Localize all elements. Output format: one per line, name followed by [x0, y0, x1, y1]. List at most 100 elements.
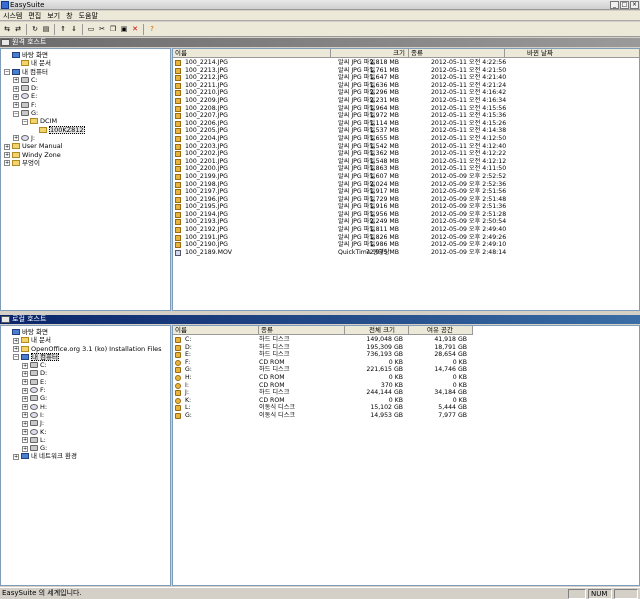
- local-drive-list[interactable]: 이름 종류 전체 크기 여유 공간 C: 하드 디스크 149,048 GB 41,9…: [172, 325, 640, 586]
- file-row[interactable]: 100_2201.JPG 1,548 MB 알씨 JPG 파일 2012-05-11 …: [173, 158, 639, 166]
- column-header-type[interactable]: 종류: [259, 326, 345, 335]
- expand-icon[interactable]: +: [13, 85, 19, 92]
- tree-node[interactable]: + C:: [1, 361, 170, 369]
- tree-node[interactable]: + L:: [1, 436, 170, 444]
- tree-node[interactable]: + D:: [1, 369, 170, 377]
- tree-node[interactable]: − G:: [1, 109, 170, 117]
- file-row[interactable]: 100_2204.JPG 1,655 MB 알씨 JPG 파일 2012-05-11 …: [173, 135, 639, 143]
- tree-node[interactable]: + F:: [1, 101, 170, 109]
- upload-button[interactable]: ⇑: [58, 24, 68, 34]
- tree-node[interactable]: − DCIM: [1, 117, 170, 125]
- expand-icon[interactable]: +: [22, 429, 28, 436]
- drive-row[interactable]: G: 이동식 디스크 14,953 GB 7,977 GB: [173, 412, 639, 420]
- expand-icon[interactable]: +: [13, 102, 19, 109]
- collapse-icon[interactable]: −: [13, 354, 19, 361]
- file-row[interactable]: 100_2214.JPG 2,818 MB 알씨 JPG 파일 2012-05-11 …: [173, 59, 639, 67]
- tree-node[interactable]: + E:: [1, 378, 170, 386]
- file-row[interactable]: 100_2205.JPG 1,537 MB 알씨 JPG 파일 2012-05-11 …: [173, 127, 639, 135]
- column-header-date[interactable]: 바뀐 날짜: [505, 49, 639, 58]
- tree-node[interactable]: + OpenOffice.org 3.1 (ko) Installation Fi…: [1, 345, 170, 353]
- expand-icon[interactable]: +: [13, 453, 19, 460]
- file-row[interactable]: 100_2212.JPG 1,647 MB 알씨 JPG 파일 2012-05-11 …: [173, 74, 639, 82]
- file-row[interactable]: 100_2207.JPG 1,972 MB 알씨 JPG 파일 2012-05-11 …: [173, 112, 639, 120]
- tree-node[interactable]: 내 문서: [1, 59, 170, 67]
- paste-button[interactable]: ▣: [119, 24, 129, 34]
- expand-icon[interactable]: +: [22, 362, 28, 369]
- file-row[interactable]: 100_2196.JPG 1,729 MB 알씨 JPG 파일 2012-05-09 …: [173, 196, 639, 204]
- file-row[interactable]: 100_2199.JPG 1,607 MB 알씨 JPG 파일 2012-05-09 …: [173, 173, 639, 181]
- menu-item[interactable]: 시스템: [0, 11, 25, 21]
- file-row[interactable]: 100_2193.JPG 2,249 MB 알씨 JPG 파일 2012-05-09 …: [173, 218, 639, 226]
- menu-item[interactable]: 편집: [25, 11, 44, 21]
- collapse-icon[interactable]: −: [4, 69, 10, 76]
- tree-node[interactable]: + K:: [1, 428, 170, 436]
- tree-node[interactable]: 바탕 화면: [1, 51, 170, 59]
- file-row[interactable]: 100_2210.JPG 2,296 MB 알씨 JPG 파일 2012-05-11 …: [173, 89, 639, 97]
- disconnect-button[interactable]: ⇄: [13, 24, 23, 34]
- file-row[interactable]: 100_2209.JPG 2,231 MB 알씨 JPG 파일 2012-05-11 …: [173, 97, 639, 105]
- cut-button[interactable]: ✂: [97, 24, 107, 34]
- expand-icon[interactable]: +: [22, 412, 28, 419]
- tree-node[interactable]: + 내 네트워크 환경: [1, 452, 170, 460]
- tree-node[interactable]: + 부엉이: [1, 159, 170, 167]
- expand-icon[interactable]: +: [22, 445, 28, 452]
- expand-icon[interactable]: +: [22, 370, 28, 377]
- maximize-button[interactable]: □: [620, 1, 629, 9]
- file-row[interactable]: 100_2203.JPG 1,542 MB 알씨 JPG 파일 2012-05-11 …: [173, 143, 639, 151]
- download-button[interactable]: ⇓: [69, 24, 79, 34]
- drive-row[interactable]: H: CD ROM 0 KB 0 KB: [173, 374, 639, 382]
- drive-row[interactable]: E: 하드 디스크 736,193 GB 28,654 GB: [173, 351, 639, 359]
- tree-node[interactable]: + User Manual: [1, 142, 170, 150]
- file-row[interactable]: 100_2198.JPG 2,024 MB 알씨 JPG 파일 2012-05-09 …: [173, 181, 639, 189]
- expand-icon[interactable]: +: [22, 379, 28, 386]
- drive-row[interactable]: I: CD ROM 370 KB 0 KB: [173, 382, 639, 390]
- file-row[interactable]: 100_2208.JPG 1,964 MB 알씨 JPG 파일 2012-05-11 …: [173, 105, 639, 113]
- file-row[interactable]: 100_2211.JPG 1,636 MB 알씨 JPG 파일 2012-05-11 …: [173, 82, 639, 90]
- tree-node[interactable]: + J:: [1, 419, 170, 427]
- file-row[interactable]: 100_2213.JPG 1,761 MB 알씨 JPG 파일 2012-05-11 …: [173, 67, 639, 75]
- file-row[interactable]: 100_2194.JPG 1,956 MB 알씨 JPG 파일 2012-05-09 …: [173, 211, 639, 219]
- tree-node[interactable]: + H:: [1, 403, 170, 411]
- file-row[interactable]: 100_2189.MOV 72,975 MB QuickTime 동영상 2012-0…: [173, 249, 639, 257]
- drive-row[interactable]: D: 하드 디스크 195,309 GB 18,791 GB: [173, 344, 639, 352]
- tree-node[interactable]: + G:: [1, 444, 170, 452]
- tree-node[interactable]: + F:: [1, 386, 170, 394]
- tree-node[interactable]: 바탕 화면: [1, 328, 170, 336]
- column-header-type[interactable]: 종류: [409, 49, 505, 58]
- tree-node[interactable]: + D:: [1, 84, 170, 92]
- tree-node[interactable]: + E:: [1, 92, 170, 100]
- tree-node[interactable]: + 내 문서: [1, 336, 170, 344]
- expand-icon[interactable]: +: [22, 420, 28, 427]
- close-button[interactable]: ×: [630, 1, 639, 9]
- expand-icon[interactable]: +: [22, 387, 28, 394]
- file-row[interactable]: 100_2206.JPG 1,114 MB 알씨 JPG 파일 2012-05-11 …: [173, 120, 639, 128]
- help-button[interactable]: ?: [147, 24, 157, 34]
- column-header-name[interactable]: 이름: [173, 326, 259, 335]
- expand-icon[interactable]: +: [13, 93, 19, 100]
- file-row[interactable]: 100_2190.JPG 1,986 MB 알씨 JPG 파일 2012-05-09 …: [173, 241, 639, 249]
- file-row[interactable]: 100_2197.JPG 1,917 MB 알씨 JPG 파일 2012-05-09 …: [173, 188, 639, 196]
- column-header-free[interactable]: 여유 공간: [409, 326, 473, 335]
- collapse-icon[interactable]: −: [22, 118, 28, 125]
- tree-node[interactable]: + Windy Zone: [1, 151, 170, 159]
- tree-node[interactable]: − 내 컴퓨터: [1, 352, 170, 361]
- column-header-size[interactable]: 크기: [331, 49, 409, 58]
- delete-button[interactable]: ✕: [130, 24, 140, 34]
- drive-row[interactable]: J: 하드 디스크 244,144 GB 34,184 GB: [173, 389, 639, 397]
- expand-icon[interactable]: +: [13, 135, 19, 142]
- copy-button[interactable]: ❐: [108, 24, 118, 34]
- file-row[interactable]: 100_2192.JPG 1,811 MB 알씨 JPG 파일 2012-05-09 …: [173, 226, 639, 234]
- expand-icon[interactable]: +: [22, 437, 28, 444]
- expand-icon[interactable]: +: [13, 337, 19, 344]
- expand-icon[interactable]: +: [4, 143, 10, 150]
- menu-item[interactable]: 창: [63, 11, 75, 21]
- refresh-button[interactable]: ↻: [30, 24, 40, 34]
- expand-icon[interactable]: +: [4, 160, 10, 167]
- file-row[interactable]: 100_2191.JPG 1,826 MB 알씨 JPG 파일 2012-05-09 …: [173, 234, 639, 242]
- minimize-button[interactable]: _: [610, 1, 619, 9]
- file-row[interactable]: 100_2195.JPG 1,916 MB 알씨 JPG 파일 2012-05-09 …: [173, 203, 639, 211]
- tree-node[interactable]: + C:: [1, 76, 170, 84]
- drive-row[interactable]: F: CD ROM 0 KB 0 KB: [173, 359, 639, 367]
- file-row[interactable]: 100_2200.JPG 1,863 MB 알씨 JPG 파일 2012-05-11 …: [173, 165, 639, 173]
- remote-file-list[interactable]: 이름 크기 종류 바뀐 날짜 100_2214.JPG 2,818 MB 알씨 JP…: [172, 48, 640, 311]
